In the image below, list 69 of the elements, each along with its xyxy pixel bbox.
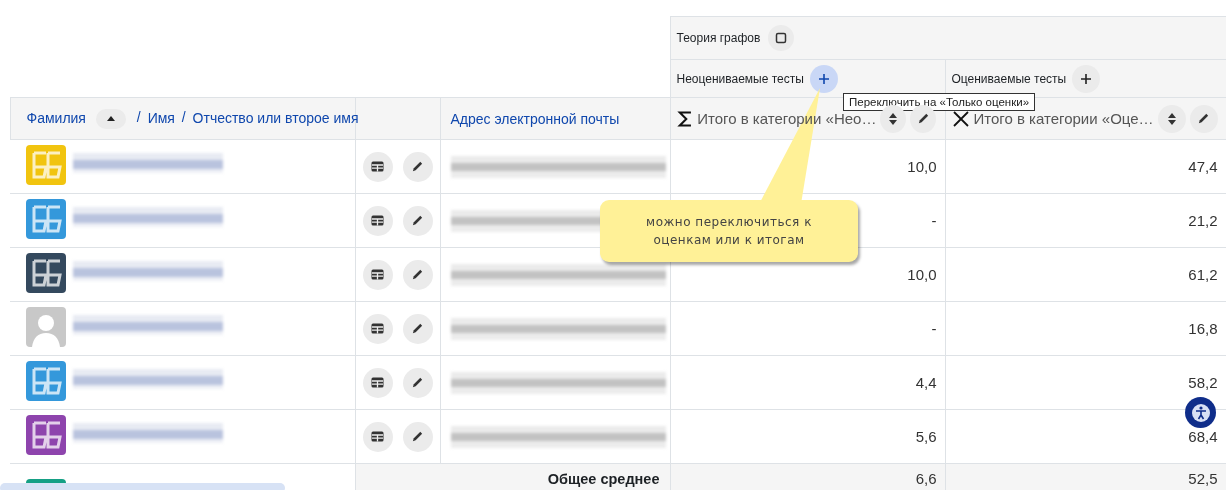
table-icon: [371, 377, 384, 388]
pencil-icon: [411, 322, 424, 335]
collapse-button[interactable]: [768, 25, 795, 51]
plus-icon: [817, 72, 830, 85]
sort-button[interactable]: [95, 108, 126, 129]
edit-button[interactable]: [402, 313, 433, 344]
sort-link[interactable]: Имя: [147, 109, 175, 126]
sort-icon: [1166, 111, 1177, 126]
pencil-icon: [1197, 112, 1211, 125]
sort-link[interactable]: Адрес электронной почты: [450, 110, 620, 127]
grade-value: 61,2: [1188, 266, 1218, 283]
grade-value: -: [931, 320, 937, 337]
pencil-icon: [411, 430, 424, 443]
grades-button[interactable]: [362, 205, 393, 236]
edit-button[interactable]: [1189, 104, 1218, 133]
pencil-icon: [411, 214, 424, 227]
pencil-icon: [411, 160, 424, 173]
plus-icon: [1080, 72, 1093, 85]
column-title: Итого в категории «Оце…: [973, 110, 1154, 127]
tooltip: Переключить на «Только оценки»: [843, 93, 1036, 111]
grade-value: 16,8: [1188, 320, 1218, 337]
grades-button[interactable]: [362, 151, 393, 182]
scrollbar[interactable]: [0, 483, 285, 490]
sum-icon: [676, 109, 694, 128]
grade-value: 58,2: [1188, 374, 1218, 391]
grades-button[interactable]: [362, 259, 393, 290]
grade-value: 5,6: [915, 428, 937, 445]
square-icon: [775, 32, 788, 44]
edit-button[interactable]: [402, 205, 433, 236]
grade-value: 68,4: [1188, 428, 1218, 445]
sort-icon: [888, 111, 899, 126]
table-icon: [371, 161, 384, 172]
grade-value: 10,0: [907, 266, 937, 283]
category-title: Теория графов: [676, 31, 761, 45]
grades-button[interactable]: [362, 313, 393, 344]
grade-value: 10,0: [907, 158, 937, 175]
table-icon: [371, 215, 384, 226]
category-title: Оцениваемые тесты: [951, 71, 1067, 86]
edit-button[interactable]: [402, 151, 433, 182]
overall-label: Общее среднее: [547, 470, 660, 487]
caret-up-icon: [105, 114, 116, 123]
edit-button[interactable]: [402, 259, 433, 290]
callout-text: можно переключиться к оценкам или к итогам: [645, 214, 813, 249]
pencil-icon: [411, 268, 424, 281]
grade-value: 4,4: [915, 374, 937, 391]
table-icon: [371, 323, 384, 334]
grade-value: -: [931, 212, 937, 229]
sort-link[interactable]: Фамилия: [26, 109, 86, 126]
sort-button[interactable]: [1157, 104, 1186, 133]
table-icon: [371, 431, 384, 442]
edit-button[interactable]: [402, 367, 433, 398]
cross-icon: [951, 109, 970, 128]
overall-value: 6,6: [915, 470, 937, 487]
accessibility-icon: [1190, 402, 1211, 423]
category-title: Неоцениваемые тесты: [676, 71, 804, 86]
grade-value: 21,2: [1188, 212, 1218, 229]
separator: /: [181, 109, 186, 126]
table-icon: [371, 269, 384, 280]
edit-button[interactable]: [402, 421, 433, 452]
accessibility-button[interactable]: [1185, 397, 1216, 428]
expand-button[interactable]: [809, 64, 838, 93]
separator: /: [136, 109, 141, 126]
expand-button[interactable]: [1072, 64, 1101, 93]
sort-link[interactable]: Отчество или второе имя: [192, 109, 359, 126]
grade-value: 47,4: [1188, 158, 1218, 175]
grades-button[interactable]: [362, 367, 393, 398]
pencil-icon: [411, 376, 424, 389]
grades-button[interactable]: [362, 421, 393, 452]
overall-value: 52,5: [1188, 470, 1218, 487]
